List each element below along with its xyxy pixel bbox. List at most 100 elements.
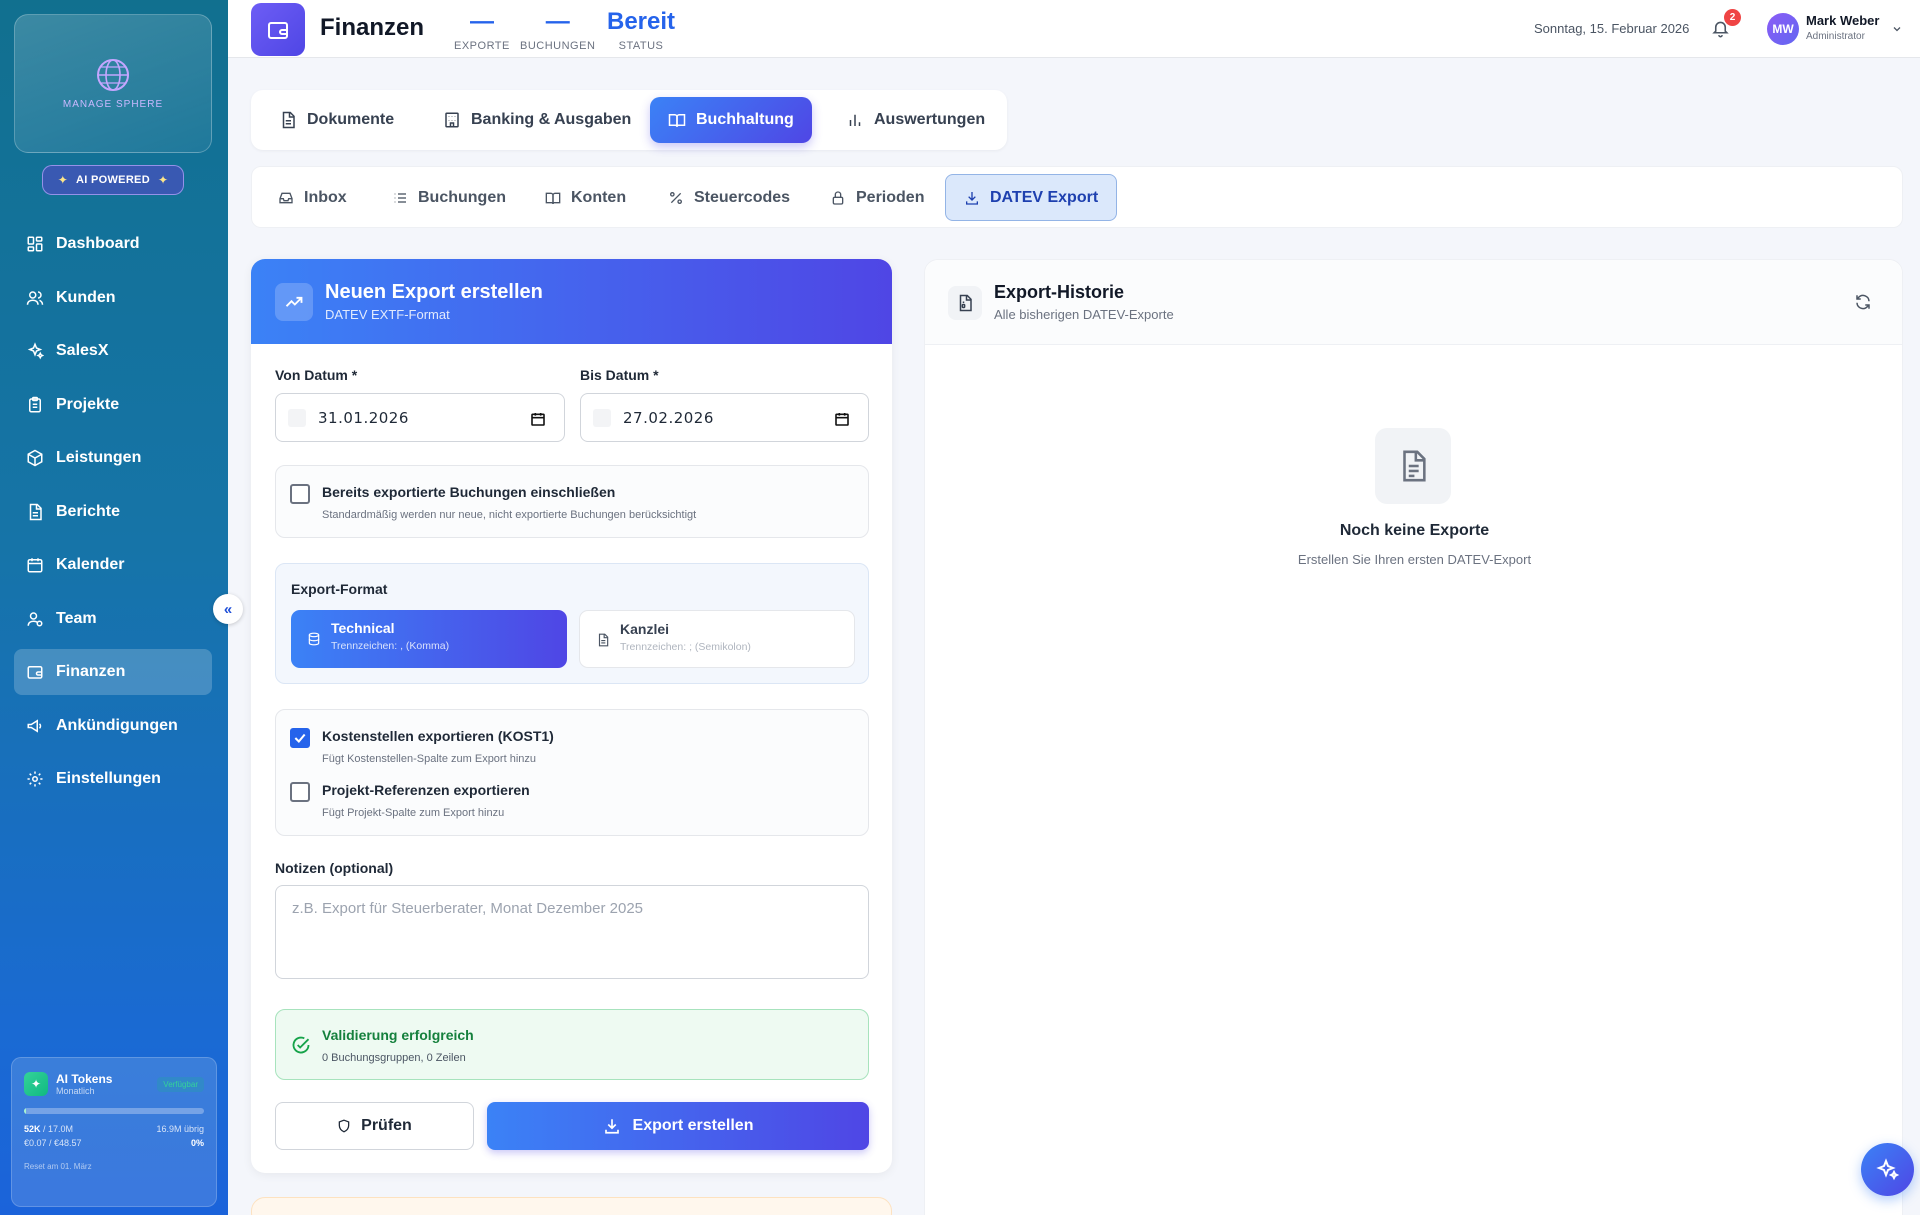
sidebar-item-einstellungen[interactable]: Einstellungen xyxy=(14,756,212,802)
tokens-cost: €0.07 / €48.57 xyxy=(24,1138,82,1148)
sidebar-item-leistungen[interactable]: Leistungen xyxy=(14,435,212,481)
user-name[interactable]: Mark Weber xyxy=(1806,13,1879,28)
ai-powered-badge: ✦ AI POWERED ✦ xyxy=(42,165,184,195)
grid-icon xyxy=(27,236,43,252)
checkmark-icon xyxy=(294,733,306,744)
avatar[interactable]: MW xyxy=(1767,13,1799,45)
project-refs-label: Projekt-Referenzen exportieren xyxy=(322,782,530,798)
sidebar-item-finanzen[interactable]: Finanzen xyxy=(14,649,212,695)
tab-dokumente[interactable]: Dokumente xyxy=(261,97,412,143)
sidebar-item-ankuendigungen[interactable]: Ankündigungen xyxy=(14,703,212,749)
sparkles-icon xyxy=(1875,1157,1899,1180)
next-card-edge xyxy=(251,1197,892,1215)
project-refs-checkbox[interactable] xyxy=(290,782,310,802)
from-date-input[interactable]: 31.01.2026 xyxy=(275,393,565,442)
ai-tokens-widget[interactable]: ✦ AI Tokens Monatlich Verfügbar 52K / 17… xyxy=(11,1057,217,1207)
bank-icon xyxy=(445,112,459,128)
current-date: Sonntag, 15. Februar 2026 xyxy=(1534,21,1690,36)
extra-options-section: Kostenstellen exportieren (KOST1) Fügt K… xyxy=(275,709,869,836)
notes-label: Notizen (optional) xyxy=(275,860,394,876)
tab-label: Konten xyxy=(571,188,627,206)
user-role: Administrator xyxy=(1806,31,1865,42)
sub-tab-bar: Inbox Buchungen Konten Steuercodes Perio… xyxy=(251,166,1903,228)
clipboard-icon xyxy=(29,396,41,412)
kost1-label: Kostenstellen exportieren (KOST1) xyxy=(322,728,554,744)
stat-label: EXPORTE xyxy=(454,40,510,52)
export-history-card: Export-Historie Alle bisherigen DATEV-Ex… xyxy=(924,259,1903,1215)
file-icon xyxy=(29,503,42,520)
sidebar-item-berichte[interactable]: Berichte xyxy=(14,489,212,535)
new-export-title: Neuen Export erstellen xyxy=(325,281,543,303)
tab-perioden[interactable]: Perioden xyxy=(812,174,942,221)
finance-app-icon xyxy=(251,3,305,56)
sidebar-item-kalender[interactable]: Kalender xyxy=(14,542,212,588)
collapse-sidebar-button[interactable]: « xyxy=(213,594,243,624)
new-export-header: Neuen Export erstellen DATEV EXTF-Format xyxy=(251,259,892,344)
tab-datev-export[interactable]: DATEV Export xyxy=(945,174,1118,221)
list-icon xyxy=(394,192,406,203)
stat-label: STATUS xyxy=(618,40,664,52)
tokens-percent: 0% xyxy=(190,1138,204,1148)
chevrons-left-icon: « xyxy=(223,600,233,618)
tab-label: Auswertungen xyxy=(874,111,986,128)
sidebar-item-projekte[interactable]: Projekte xyxy=(14,382,212,428)
page-title: Finanzen xyxy=(320,14,425,41)
book-icon xyxy=(668,114,686,127)
date-placeholder-icon xyxy=(288,409,306,427)
ai-tokens-icon: ✦ xyxy=(24,1072,48,1096)
date-placeholder-icon xyxy=(593,409,611,427)
tab-buchungen[interactable]: Buchungen xyxy=(374,174,524,221)
to-date-input[interactable]: 27.02.2026 xyxy=(580,393,869,442)
refresh-icon[interactable] xyxy=(1854,293,1872,311)
tab-inbox[interactable]: Inbox xyxy=(260,174,365,221)
stat-buchungen: — BUCHUNGEN xyxy=(520,8,595,52)
sidebar-item-salesx[interactable]: SalesX xyxy=(14,328,212,374)
logo-text: MANAGE SPHERE xyxy=(62,99,164,110)
sidebar: MANAGE SPHERE ✦ AI POWERED ✦ Dashboard K… xyxy=(0,0,228,1215)
stat-exporte: — EXPORTE xyxy=(454,8,510,52)
tab-label: Banking & Ausgaben xyxy=(471,111,632,128)
tab-steuercodes[interactable]: Steuercodes xyxy=(650,174,808,221)
percent-icon xyxy=(670,191,682,204)
create-export-button[interactable]: Export erstellen xyxy=(487,1102,869,1150)
empty-state-subtitle: Erstellen Sie Ihren ersten DATEV-Export xyxy=(1297,552,1532,567)
kost1-checkbox[interactable] xyxy=(290,728,310,748)
tab-label: Steuercodes xyxy=(694,188,791,206)
user-menu-chevron-icon[interactable] xyxy=(1891,23,1903,35)
notes-textarea[interactable]: z.B. Export für Steuerberater, Monat Dez… xyxy=(275,885,869,979)
tab-banking-ausgaben[interactable]: Banking & Ausgaben xyxy=(425,97,649,143)
tokens-status-badge: Verfügbar xyxy=(157,1076,204,1092)
format-technical-button[interactable]: Technical Trennzeichen: , (Komma) xyxy=(291,610,567,668)
include-exported-label: Bereits exportierte Buchungen einschließ… xyxy=(322,484,616,500)
document-icon xyxy=(282,111,295,129)
tokens-remaining: 16.9M übrig xyxy=(156,1124,204,1134)
tokens-total: / 17.0M xyxy=(43,1124,74,1134)
download-icon xyxy=(604,1119,619,1134)
calendar-icon[interactable] xyxy=(834,411,850,427)
include-exported-hint: Standardmäßig werden nur neue, nicht exp… xyxy=(322,509,697,521)
format-hint: Trennzeichen: ; (Semikolon) xyxy=(620,641,751,653)
ai-assistant-button[interactable] xyxy=(1861,1143,1914,1196)
tab-auswertungen[interactable]: Auswertungen xyxy=(828,97,1003,143)
kost1-hint: Fügt Kostenstellen-Spalte zum Export hin… xyxy=(322,753,537,765)
database-icon xyxy=(308,632,320,646)
sidebar-item-dashboard[interactable]: Dashboard xyxy=(14,221,212,267)
sidebar-item-kunden[interactable]: Kunden xyxy=(14,275,212,321)
check-button[interactable]: Prüfen xyxy=(275,1102,474,1150)
tab-konten[interactable]: Konten xyxy=(527,174,644,221)
calendar-icon xyxy=(27,558,43,573)
tab-buchhaltung[interactable]: Buchhaltung xyxy=(650,97,812,143)
document-icon xyxy=(598,633,609,647)
logo[interactable]: MANAGE SPHERE xyxy=(14,14,212,153)
export-history-subtitle: Alle bisherigen DATEV-Exporte xyxy=(994,307,1174,322)
sidebar-item-team[interactable]: Team xyxy=(14,596,212,642)
empty-state-title: Noch keine Exporte xyxy=(1339,522,1490,539)
ai-badge-label: AI POWERED xyxy=(76,174,150,186)
project-refs-hint: Fügt Projekt-Spalte zum Export hinzu xyxy=(322,807,505,819)
format-kanzlei-button[interactable]: Kanzlei Trennzeichen: ; (Semikolon) xyxy=(579,610,855,668)
calendar-icon[interactable] xyxy=(530,411,546,427)
include-exported-checkbox[interactable] xyxy=(290,484,310,504)
file-archive-icon xyxy=(948,286,982,320)
wallet-icon xyxy=(27,666,43,679)
tab-label: Perioden xyxy=(856,188,925,206)
